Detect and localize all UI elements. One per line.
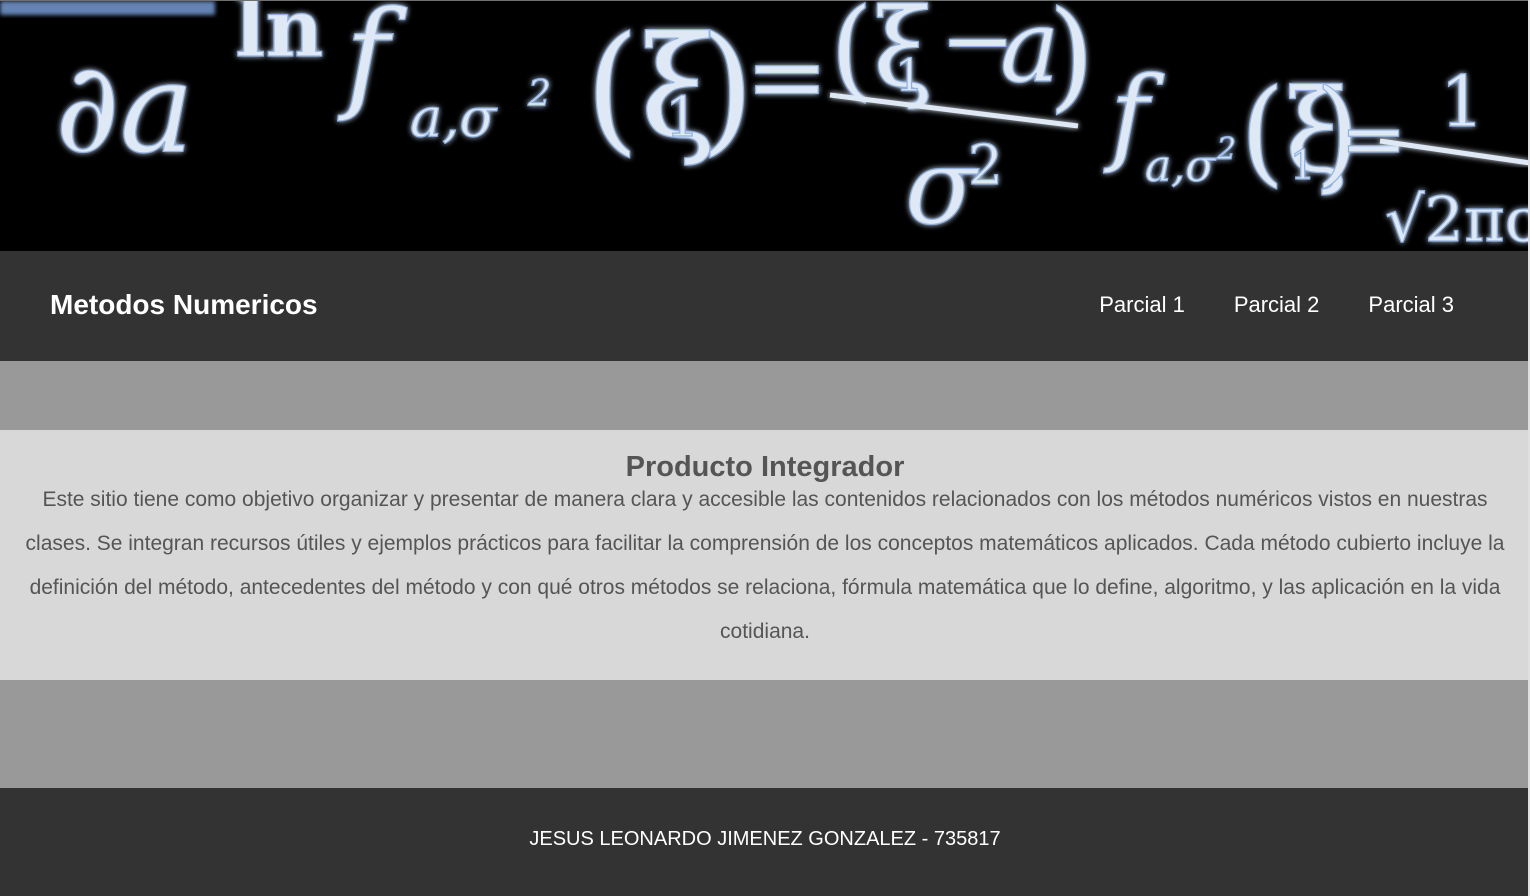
- page: ∂a ln f a,σ 2 (ξ 1 ) = (ξ 1 − a ) σ 2 f …: [0, 0, 1530, 896]
- page-footer: JESUS LEONARDO JIMENEZ GONZALEZ - 735817: [0, 788, 1530, 896]
- spacer-band-bottom: [0, 680, 1530, 788]
- math-formula-banner-image: ∂a ln f a,σ 2 (ξ 1 ) = (ξ 1 − a ) σ 2 f …: [0, 0, 1530, 251]
- svg-text:∂a: ∂a: [55, 36, 194, 181]
- nav-link-parcial-1[interactable]: Parcial 1: [1099, 289, 1185, 321]
- site-brand-title[interactable]: Metodos Numericos: [50, 287, 318, 323]
- nav-link-parcial-3[interactable]: Parcial 3: [1368, 289, 1454, 321]
- footer-author-text: JESUS LEONARDO JIMENEZ GONZALEZ - 735817: [529, 828, 1001, 850]
- svg-text:): ): [1048, 1, 1095, 125]
- svg-text:2: 2: [968, 133, 1003, 197]
- intro-section: Producto Integrador Este sitio tiene com…: [0, 430, 1530, 680]
- nav-link-parcial-2[interactable]: Parcial 2: [1234, 289, 1320, 321]
- svg-text:=: =: [1340, 92, 1407, 185]
- svg-text:a,σ: a,σ: [1145, 141, 1217, 192]
- svg-text:1: 1: [1440, 61, 1485, 143]
- svg-text:a,σ: a,σ: [410, 86, 498, 149]
- nav-links: Parcial 1 Parcial 2 Parcial 3: [1099, 289, 1454, 321]
- svg-text:1: 1: [895, 49, 924, 102]
- svg-text:ln: ln: [235, 1, 324, 75]
- svg-text:1: 1: [1290, 143, 1315, 189]
- intro-paragraph: Este sitio tiene como objetivo organizar…: [25, 488, 1505, 643]
- top-navbar: Metodos Numericos Parcial 1 Parcial 2 Pa…: [0, 251, 1530, 361]
- svg-text:2: 2: [527, 74, 551, 115]
- svg-text:2: 2: [1216, 132, 1236, 167]
- svg-text:√2πσ: √2πσ: [1385, 183, 1530, 251]
- spacer-band-top: [0, 361, 1530, 430]
- svg-text:=: =: [745, 18, 829, 135]
- math-formula-banner-graphic: ∂a ln f a,σ 2 (ξ 1 ) = (ξ 1 − a ) σ 2 f …: [0, 1, 1530, 251]
- svg-text:1: 1: [665, 85, 700, 149]
